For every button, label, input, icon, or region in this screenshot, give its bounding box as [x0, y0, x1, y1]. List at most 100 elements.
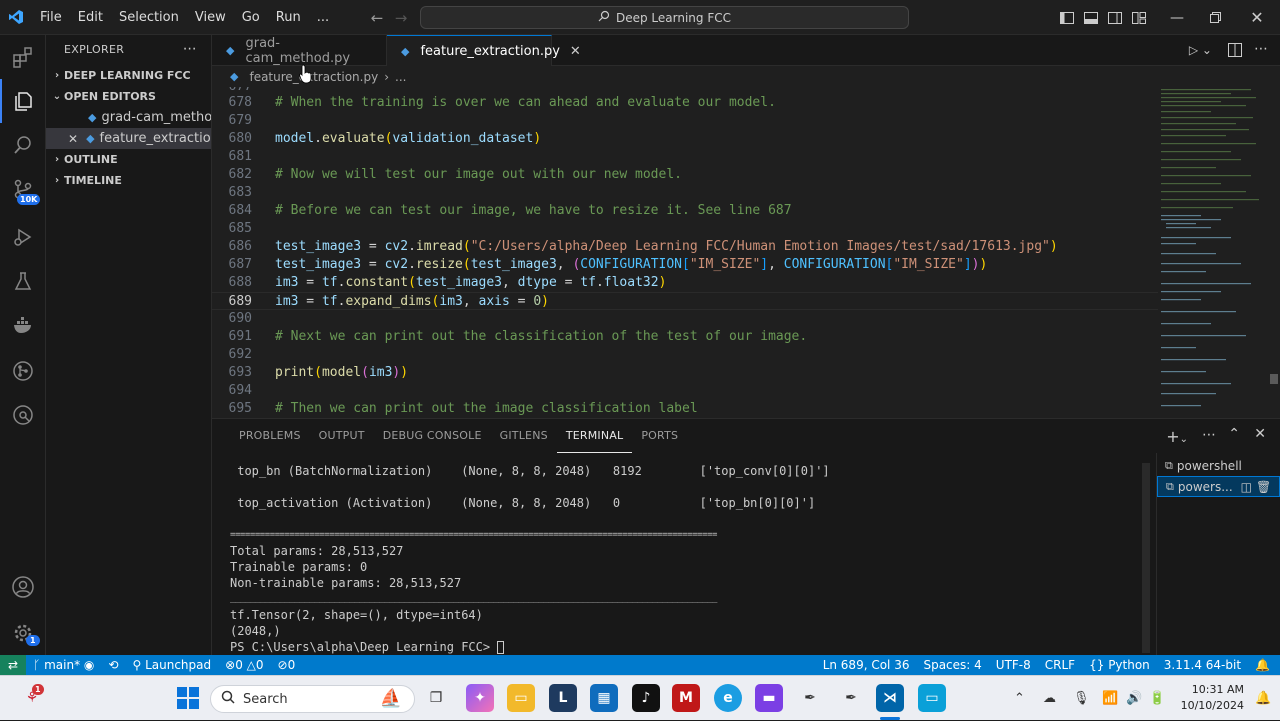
code-text: # Before we can test our image, we have … — [275, 203, 792, 218]
close-panel-icon[interactable]: ✕ — [1254, 426, 1266, 442]
open-editor-item[interactable]: ◆ grad-cam_metho... — [46, 107, 211, 128]
restore-icon[interactable] — [1200, 0, 1230, 35]
close-window-icon[interactable]: ✕ — [1242, 0, 1272, 35]
editor-scrollbar[interactable] — [1268, 87, 1280, 418]
copilot-icon[interactable]: ✦ — [466, 684, 494, 712]
menu-view[interactable]: View — [187, 0, 234, 35]
terminal-item[interactable]: ⧉ powershell — [1157, 455, 1280, 476]
encoding[interactable]: UTF-8 — [989, 658, 1038, 672]
tiktok-icon[interactable]: ♪ — [632, 684, 660, 712]
python-interpreter[interactable]: 3.11.4 64-bit — [1157, 658, 1248, 672]
code-line: 679 — [212, 112, 1158, 130]
terminal-scrollbar[interactable] — [1142, 463, 1150, 653]
cursor-position[interactable]: Ln 689, Col 36 — [816, 658, 917, 672]
menu-go[interactable]: Go — [234, 0, 268, 35]
forward-arrow-icon[interactable]: → — [388, 9, 414, 27]
customize-layout-icon[interactable] — [1124, 0, 1154, 35]
command-center[interactable]: Deep Learning FCC — [420, 6, 909, 29]
account-icon[interactable] — [0, 565, 46, 609]
trash-icon[interactable]: 🗑 — [1256, 480, 1271, 494]
tab-grad-cam[interactable]: ◆ grad-cam_method.py — [212, 35, 387, 66]
run-file-icon[interactable]: ▷ ⌄ — [1189, 43, 1212, 57]
new-terminal-icon[interactable]: +⌄ — [1166, 427, 1188, 446]
breadcrumb-rest[interactable]: ... — [395, 70, 406, 84]
explorer-files-icon[interactable] — [0, 79, 46, 123]
close-tab-icon[interactable]: ✕ — [570, 44, 581, 59]
file-explorer-icon[interactable]: ▭ — [507, 684, 535, 712]
minimap[interactable] — [1158, 87, 1268, 418]
line-endings[interactable]: CRLF — [1038, 658, 1082, 672]
edge-icon[interactable]: e — [714, 684, 742, 712]
menu-more[interactable]: ... — [309, 0, 337, 35]
source-control-icon[interactable]: 10K — [0, 167, 46, 211]
ports-status[interactable]: ⊘0 — [271, 658, 303, 672]
run-debug-icon[interactable] — [0, 215, 46, 259]
problems-status[interactable]: ⊗0 △0 — [218, 658, 270, 672]
code-line: 682 # Now we will test our image out with… — [212, 166, 1158, 184]
breadcrumb-file[interactable]: feature_extraction.py — [249, 70, 378, 84]
onedrive-icon[interactable]: ☁ — [1043, 676, 1056, 721]
menu-selection[interactable]: Selection — [111, 0, 187, 35]
gitlens-inspect-icon[interactable] — [0, 393, 46, 437]
sync-icon[interactable]: ⟲ — [101, 658, 125, 672]
tab-problems[interactable]: PROBLEMS — [230, 419, 310, 453]
terminal-app-icon[interactable]: ▭ — [918, 684, 946, 712]
task-view-icon[interactable]: ❐ — [422, 684, 450, 712]
panel-more-icon[interactable]: ⋯ — [1202, 427, 1216, 443]
split-terminal-icon[interactable]: ◫ — [1241, 480, 1252, 494]
tab-ports[interactable]: PORTS — [632, 419, 687, 453]
volume-icon[interactable]: 🔊 — [1126, 676, 1142, 721]
open-editors-section[interactable]: ⌄ OPEN EDITORS — [46, 86, 211, 107]
language-mode[interactable]: {} Python — [1082, 658, 1157, 672]
media-app-icon[interactable]: ▬ — [755, 684, 783, 712]
search-icon[interactable] — [0, 123, 46, 167]
clock[interactable]: 10:31 AM 10/10/2024 — [1178, 682, 1244, 714]
store-icon[interactable]: ▦ — [590, 684, 618, 712]
windows-start-icon[interactable] — [174, 684, 202, 712]
tab-gitlens[interactable]: GITLENS — [491, 419, 557, 453]
l-app-icon[interactable]: L — [549, 684, 577, 712]
more-actions-icon[interactable]: ⋯ — [183, 41, 197, 57]
extensions-grid-icon[interactable] — [0, 35, 46, 79]
menu-run[interactable]: Run — [268, 0, 309, 35]
taskbar-search[interactable]: Search ⛵ — [210, 685, 415, 713]
branch-status[interactable]: ᚴ main* ◉ — [26, 658, 101, 672]
tab-debug-console[interactable]: DEBUG CONSOLE — [374, 419, 491, 453]
tab-terminal[interactable]: TERMINAL — [556, 419, 633, 453]
battery-icon[interactable]: 🔋 — [1149, 676, 1165, 721]
notifications-icon[interactable]: 🔔 — [1255, 676, 1271, 721]
terminal[interactable]: top_bn (BatchNormalization) (None, 8, 8,… — [212, 453, 1144, 656]
outline-section[interactable]: › OUTLINE — [46, 149, 211, 170]
launchpad-status[interactable]: ⚲ Launchpad — [125, 658, 218, 672]
settings-gear-icon[interactable]: 1 — [0, 611, 46, 655]
close-editor-icon[interactable]: ✕ — [68, 132, 78, 146]
maximize-panel-icon[interactable]: ⌃ — [1228, 426, 1240, 442]
microphone-icon[interactable]: 🎙 — [1073, 676, 1090, 721]
terminal-item-selected[interactable]: ⧉ powers... ◫ 🗑 — [1157, 476, 1280, 497]
notifications-bell-icon[interactable]: 🔔 — [1248, 658, 1280, 672]
workspace-section[interactable]: › DEEP LEARNING FCC — [46, 65, 211, 86]
mcafee-icon[interactable]: M — [672, 684, 700, 712]
tab-feature-extraction[interactable]: ◆ feature_extraction.py ✕ — [387, 35, 581, 66]
editor-more-icon[interactable]: ⋯ — [1254, 41, 1268, 57]
split-editor-icon[interactable] — [1228, 42, 1242, 61]
pen-app-icon[interactable]: ✒ — [796, 684, 824, 712]
vscode-taskbar-icon[interactable]: ⋊ — [876, 684, 904, 712]
docker-whale-icon[interactable] — [0, 303, 46, 347]
pen-app-2-icon[interactable]: ✒ — [837, 684, 865, 712]
wifi-icon[interactable]: 📶 — [1102, 676, 1118, 721]
timeline-section[interactable]: › TIMELINE — [46, 170, 211, 191]
code-editor[interactable]: 677 678# When the training is over we ca… — [212, 87, 1158, 418]
back-arrow-icon[interactable]: ← — [364, 9, 390, 27]
remote-icon[interactable]: ⇄ — [0, 655, 27, 675]
minimize-icon[interactable]: — — [1154, 0, 1200, 35]
indentation[interactable]: Spaces: 4 — [916, 658, 988, 672]
git-graph-icon[interactable] — [0, 349, 46, 393]
menu-file[interactable]: File — [32, 0, 70, 35]
menu-edit[interactable]: Edit — [70, 0, 111, 35]
testing-flask-icon[interactable] — [0, 259, 46, 303]
tab-output[interactable]: OUTPUT — [310, 419, 374, 453]
scroll-thumb[interactable] — [1270, 374, 1278, 384]
tray-chevron-icon[interactable]: ⌃ — [1014, 676, 1025, 721]
open-editor-item[interactable]: ✕ ◆ feature_extraction... — [46, 128, 211, 149]
